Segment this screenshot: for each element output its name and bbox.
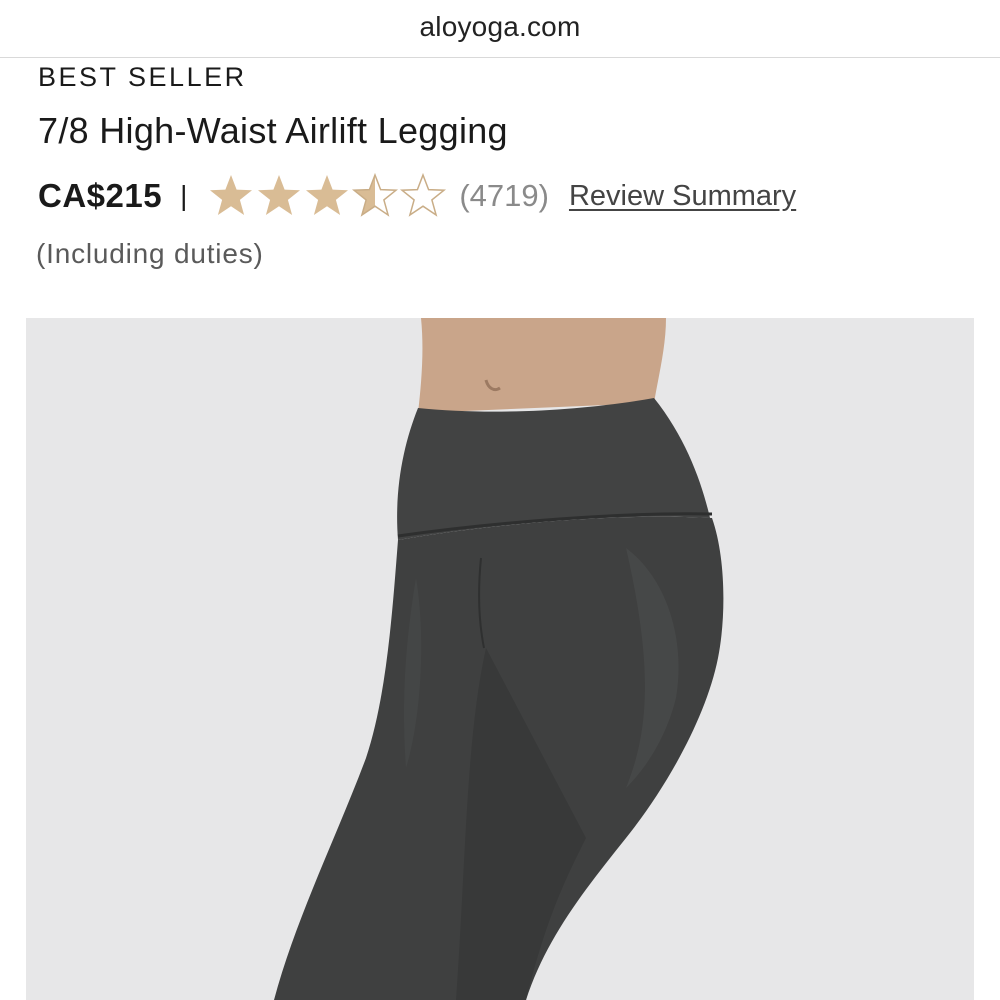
best-seller-badge: BEST SELLER bbox=[38, 62, 247, 92]
star-filled-icon bbox=[306, 175, 349, 215]
star-filled-icon bbox=[258, 175, 301, 215]
star-half-icon bbox=[352, 172, 399, 217]
price-divider: | bbox=[180, 180, 188, 211]
review-count: (4719) bbox=[459, 178, 549, 213]
star-rating[interactable] bbox=[207, 172, 447, 220]
review-summary-link[interactable]: Review Summary bbox=[569, 180, 796, 213]
product-photo-legging-icon bbox=[274, 318, 724, 1000]
star-filled-icon bbox=[210, 175, 253, 215]
product-image[interactable] bbox=[26, 318, 974, 1000]
product-price: CA$215 bbox=[38, 177, 163, 214]
url-text: aloyoga.com bbox=[419, 10, 581, 42]
browser-address-bar[interactable]: aloyoga.com bbox=[0, 0, 1000, 58]
price-rating-row: CA$215 | (4719) Review Summary bbox=[38, 166, 796, 226]
product-title: 7/8 High-Waist Airlift Legging bbox=[38, 110, 508, 151]
star-empty-icon bbox=[400, 172, 447, 217]
duties-note: (Including duties) bbox=[36, 238, 264, 269]
